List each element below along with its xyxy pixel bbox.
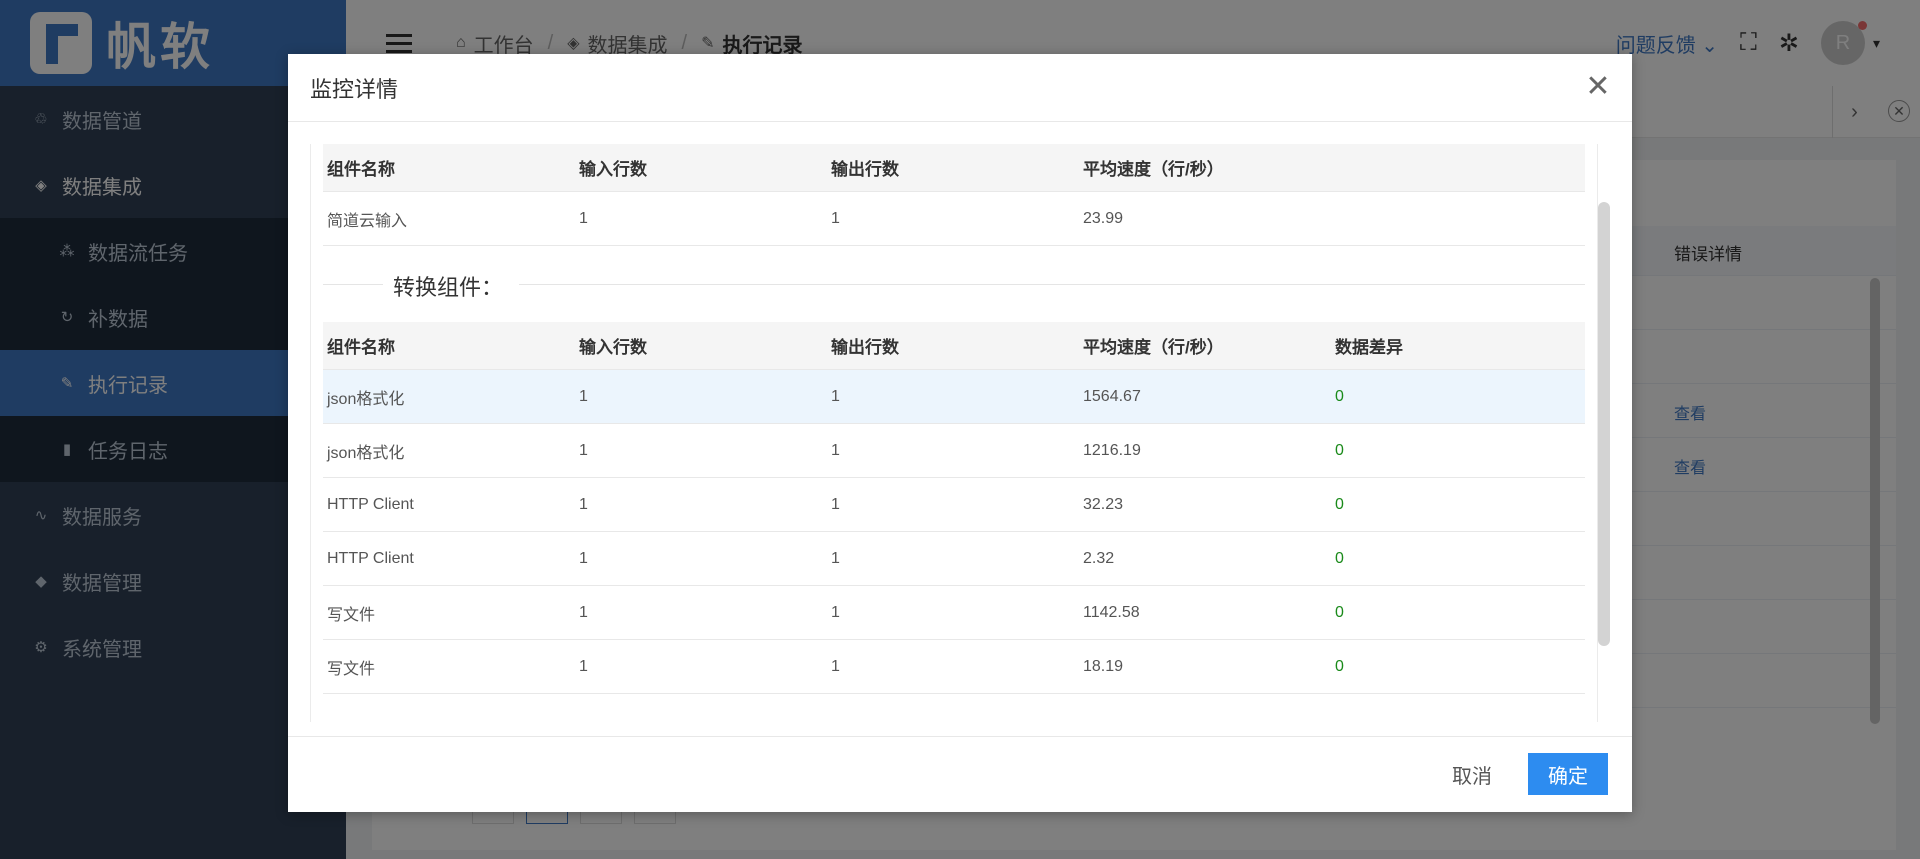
input-rows: 1 xyxy=(579,495,588,513)
input-rows: 1 xyxy=(579,603,588,621)
input-rows: 1 xyxy=(579,441,588,459)
component-name: HTTP Client xyxy=(327,495,414,513)
close-icon[interactable]: ✕ xyxy=(1582,70,1614,103)
input-table-header: 组件名称 输入行数 输出行数 平均速度（行/秒） xyxy=(323,144,1585,192)
transform-table-header: 组件名称 输入行数 输出行数 平均速度（行/秒） 数据差异 xyxy=(323,322,1585,370)
output-rows: 1 xyxy=(831,657,840,675)
data-diff: 0 xyxy=(1335,549,1344,567)
data-diff: 0 xyxy=(1335,441,1344,459)
column-header: 输入行数 xyxy=(579,160,647,179)
component-name: 简道云输入 xyxy=(327,212,408,230)
component-name: json格式化 xyxy=(327,390,405,408)
table-row: 写文件 1 1 18.19 0 xyxy=(323,640,1585,694)
component-name: json格式化 xyxy=(327,444,405,462)
output-rows: 1 xyxy=(831,209,840,227)
column-header: 组件名称 xyxy=(327,160,395,179)
output-rows: 1 xyxy=(831,441,840,459)
column-header: 组件名称 xyxy=(327,338,395,357)
output-rows: 1 xyxy=(831,495,840,513)
output-rows: 1 xyxy=(831,387,840,405)
data-diff: 0 xyxy=(1335,657,1344,675)
table-row: HTTP Client 1 1 2.32 0 xyxy=(323,532,1585,586)
confirm-button[interactable]: 确定 xyxy=(1528,753,1608,795)
dialog-scrollbar[interactable] xyxy=(1598,202,1610,646)
cancel-button[interactable]: 取消 xyxy=(1436,753,1508,795)
transform-section-divider: 转换组件： xyxy=(323,246,1585,322)
component-name: 写文件 xyxy=(327,660,376,678)
column-header: 输出行数 xyxy=(831,160,899,179)
table-row: json格式化 1 1 1564.67 0 xyxy=(323,370,1585,424)
column-header: 数据差异 xyxy=(1335,338,1403,357)
column-header: 输入行数 xyxy=(579,338,647,357)
input-rows: 1 xyxy=(579,209,588,227)
dialog-title: 监控详情 xyxy=(310,76,399,102)
avg-speed: 1564.67 xyxy=(1083,387,1141,405)
data-diff: 0 xyxy=(1335,603,1344,621)
avg-speed: 1216.19 xyxy=(1083,441,1141,459)
avg-speed: 1142.58 xyxy=(1083,603,1140,621)
table-row: HTTP Client 1 1 32.23 0 xyxy=(323,478,1585,532)
section-title: 转换组件： xyxy=(393,275,504,300)
avg-speed: 18.19 xyxy=(1083,657,1124,675)
input-rows: 1 xyxy=(579,549,588,567)
table-row: 简道云输入 1 1 23.99 xyxy=(323,192,1585,246)
dialog-footer: 取消 确定 xyxy=(288,736,1632,812)
component-name: 写文件 xyxy=(327,606,376,624)
avg-speed: 23.99 xyxy=(1083,209,1124,227)
column-header: 输出行数 xyxy=(831,338,899,357)
component-name: HTTP Client xyxy=(327,549,414,567)
output-rows: 1 xyxy=(831,549,840,567)
table-row: 写文件 1 1 1142.58 0 xyxy=(323,586,1585,640)
column-header: 平均速度（行/秒） xyxy=(1083,338,1224,357)
dialog-header: 监控详情 xyxy=(288,54,1632,122)
input-rows: 1 xyxy=(579,387,588,405)
monitor-detail-dialog: 监控详情 ✕ 组件名称 输入行数 输出行数 平均速度（行/秒） 简道云输入 1 … xyxy=(288,54,1632,812)
column-header: 平均速度（行/秒） xyxy=(1083,160,1224,179)
data-diff: 0 xyxy=(1335,495,1344,513)
output-rows: 1 xyxy=(831,603,840,621)
avg-speed: 32.23 xyxy=(1083,495,1124,513)
dialog-body: 组件名称 输入行数 输出行数 平均速度（行/秒） 简道云输入 1 1 23.99… xyxy=(310,144,1598,722)
table-row: json格式化 1 1 1216.19 0 xyxy=(323,424,1585,478)
data-diff: 0 xyxy=(1335,387,1344,405)
avg-speed: 2.32 xyxy=(1083,549,1115,567)
input-rows: 1 xyxy=(579,657,588,675)
